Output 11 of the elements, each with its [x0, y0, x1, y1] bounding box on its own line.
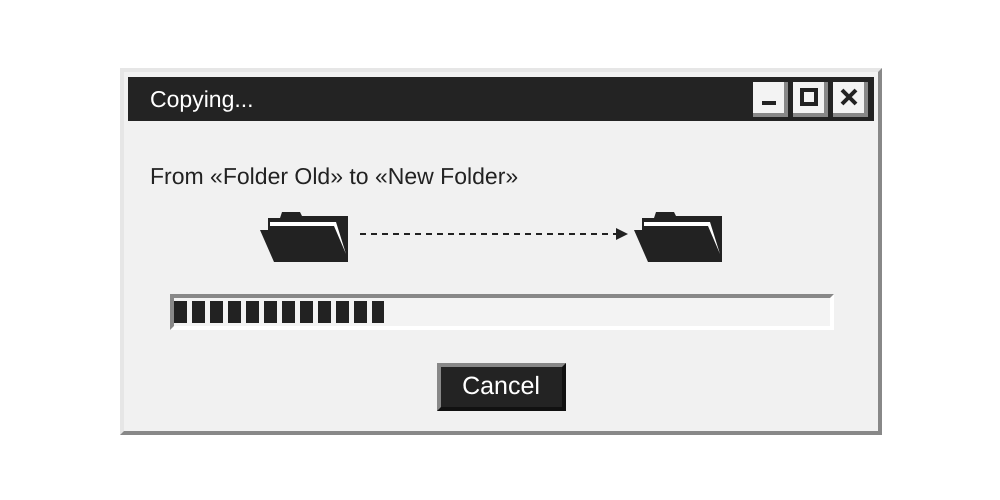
close-button[interactable]	[833, 82, 868, 116]
minimize-button[interactable]	[753, 82, 788, 116]
copy-message: From «Folder Old» to «New Folder»	[150, 162, 520, 191]
close-icon	[840, 88, 858, 106]
minimize-icon	[762, 101, 776, 105]
window-title: Copying...	[150, 84, 254, 114]
maximize-button[interactable]	[793, 82, 828, 116]
folder-icon	[260, 210, 350, 264]
maximize-icon	[800, 88, 818, 106]
cancel-button[interactable]: Cancel	[436, 362, 566, 410]
folder-icon	[634, 210, 724, 264]
